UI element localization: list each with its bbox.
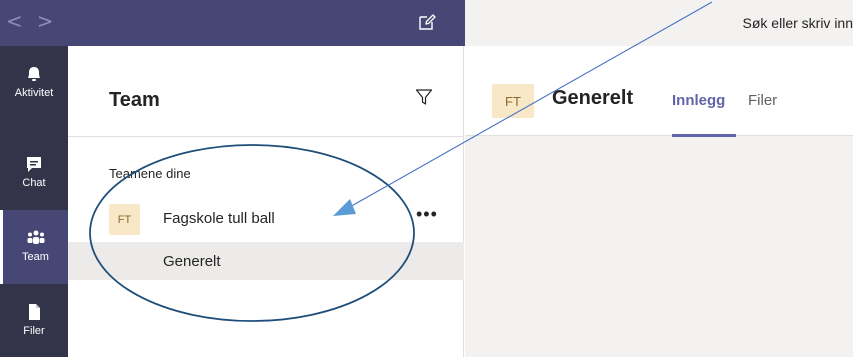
tab-files[interactable]: Filer	[748, 92, 777, 109]
rail-label-chat: Chat	[22, 177, 46, 189]
rail-label-activity: Aktivitet	[14, 87, 54, 99]
history-nav: < >	[6, 10, 54, 32]
forward-button[interactable]: >	[37, 10, 54, 32]
compose-icon[interactable]	[418, 13, 436, 31]
search-placeholder: Søk eller skriv inn	[742, 15, 853, 31]
chat-icon	[27, 157, 41, 172]
file-icon	[29, 304, 40, 320]
panel-divider	[68, 136, 464, 137]
channel-item-general[interactable]: Generelt	[68, 242, 464, 280]
team-name: Fagskole tull ball	[163, 210, 275, 227]
team-avatar: FT	[109, 204, 140, 235]
team-list-panel: Team Teamene dine FT Fagskole tull ball …	[68, 46, 464, 357]
team-icon	[27, 230, 44, 244]
channel-avatar: FT	[492, 84, 534, 118]
section-label-your-teams: Teamene dine	[109, 166, 191, 181]
rail-item-files[interactable]: Filer	[0, 284, 68, 357]
search-input[interactable]: Søk eller skriv inn	[465, 0, 853, 46]
more-options-button[interactable]: •••	[416, 204, 438, 225]
channel-header: FT Generelt Innlegg Filer	[465, 46, 853, 137]
panel-title: Team	[109, 89, 160, 111]
rail-label-files: Filer	[23, 325, 45, 337]
tab-posts[interactable]: Innlegg	[672, 92, 725, 109]
bell-icon	[28, 67, 40, 81]
team-item[interactable]: FT Fagskole tull ball •••	[68, 198, 464, 242]
app-rail: Aktivitet Chat Team Filer	[0, 46, 68, 357]
filter-icon[interactable]	[415, 88, 433, 106]
rail-item-team[interactable]: Team	[0, 210, 68, 284]
channel-title: Generelt	[552, 87, 634, 109]
rail-label-team: Team	[22, 251, 49, 263]
rail-item-activity[interactable]: Aktivitet	[0, 46, 68, 120]
channel-name: Generelt	[163, 253, 221, 270]
main-content: FT Generelt Innlegg Filer	[465, 46, 853, 357]
title-bar: < > Søk eller skriv inn	[0, 0, 853, 46]
back-button[interactable]: <	[6, 10, 23, 32]
rail-item-chat[interactable]: Chat	[0, 136, 68, 210]
selected-tab-indicator	[672, 134, 736, 137]
